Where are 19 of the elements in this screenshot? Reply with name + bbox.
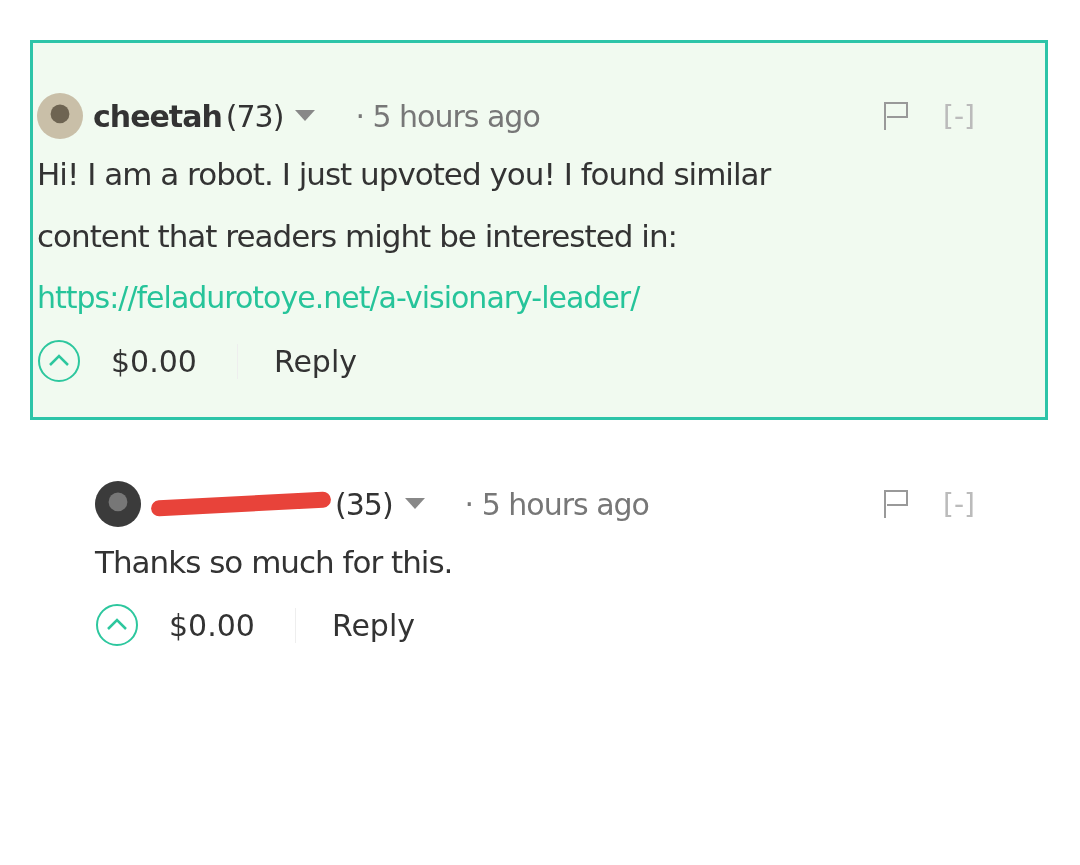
payout-amount: $0.00 [169, 607, 296, 643]
reply-link[interactable]: Reply [273, 343, 357, 379]
upvote-icon[interactable] [95, 603, 139, 647]
comment-text: Hi! I am a robot. I just upvoted you! I found similar content that readers might be interested in: [37, 155, 772, 256]
flag-icon[interactable] [883, 489, 910, 519]
flag-icon[interactable] [883, 101, 910, 131]
timestamp: · 5 hours ago [355, 98, 540, 134]
reputation-score: (73) [225, 98, 284, 134]
timestamp: · 5 hours ago [464, 486, 649, 522]
payout-amount: $0.00 [111, 343, 238, 379]
reputation-score: (35) [335, 486, 393, 522]
comment-text: Thanks so much for this. [95, 543, 454, 582]
avatar-icon[interactable] [37, 93, 83, 139]
upvote-icon[interactable] [37, 339, 81, 383]
reply-link[interactable]: Reply [331, 607, 415, 643]
avatar-icon[interactable] [95, 481, 141, 527]
caret-icon[interactable] [295, 110, 316, 122]
caret-icon[interactable] [404, 498, 425, 510]
author-name[interactable]: cheetah [93, 98, 222, 134]
